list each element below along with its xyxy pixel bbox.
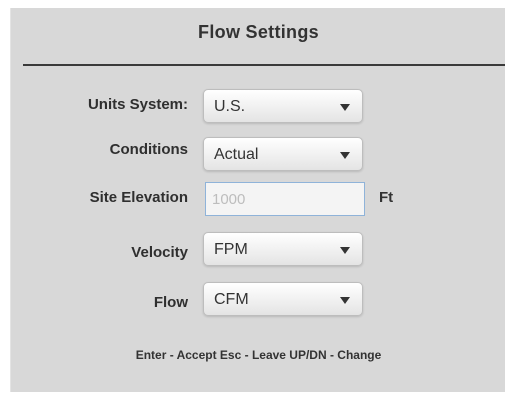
conditions-label: Conditions (109, 141, 188, 158)
conditions-select[interactable]: Actual (203, 137, 363, 171)
dropdown-arrow-icon (340, 104, 350, 111)
site-elevation-unit: Ft (379, 189, 394, 206)
site-elevation-label: Site Elevation (89, 189, 188, 206)
flow-label: Flow (153, 294, 188, 311)
dropdown-arrow-icon (340, 297, 350, 304)
velocity-label: Velocity (131, 244, 188, 261)
units-system-select[interactable]: U.S. (203, 89, 363, 123)
site-elevation-input[interactable] (205, 182, 365, 216)
velocity-select[interactable]: FPM (203, 232, 363, 266)
title-divider (23, 64, 505, 66)
panel-title: Flow Settings (198, 22, 319, 42)
keyboard-hint: Enter - Accept Esc - Leave UP/DN - Chang… (135, 348, 382, 362)
conditions-value: Actual (214, 146, 259, 163)
flow-value: CFM (214, 291, 249, 308)
units-system-value: U.S. (214, 98, 246, 115)
dropdown-arrow-icon (340, 247, 350, 254)
flow-settings-panel: Flow Settings Units System: U.S. Conditi… (10, 8, 505, 392)
velocity-value: FPM (214, 241, 248, 258)
dropdown-arrow-icon (340, 152, 350, 159)
flow-select[interactable]: CFM (203, 282, 363, 316)
units-system-label: Units System: (87, 96, 188, 113)
